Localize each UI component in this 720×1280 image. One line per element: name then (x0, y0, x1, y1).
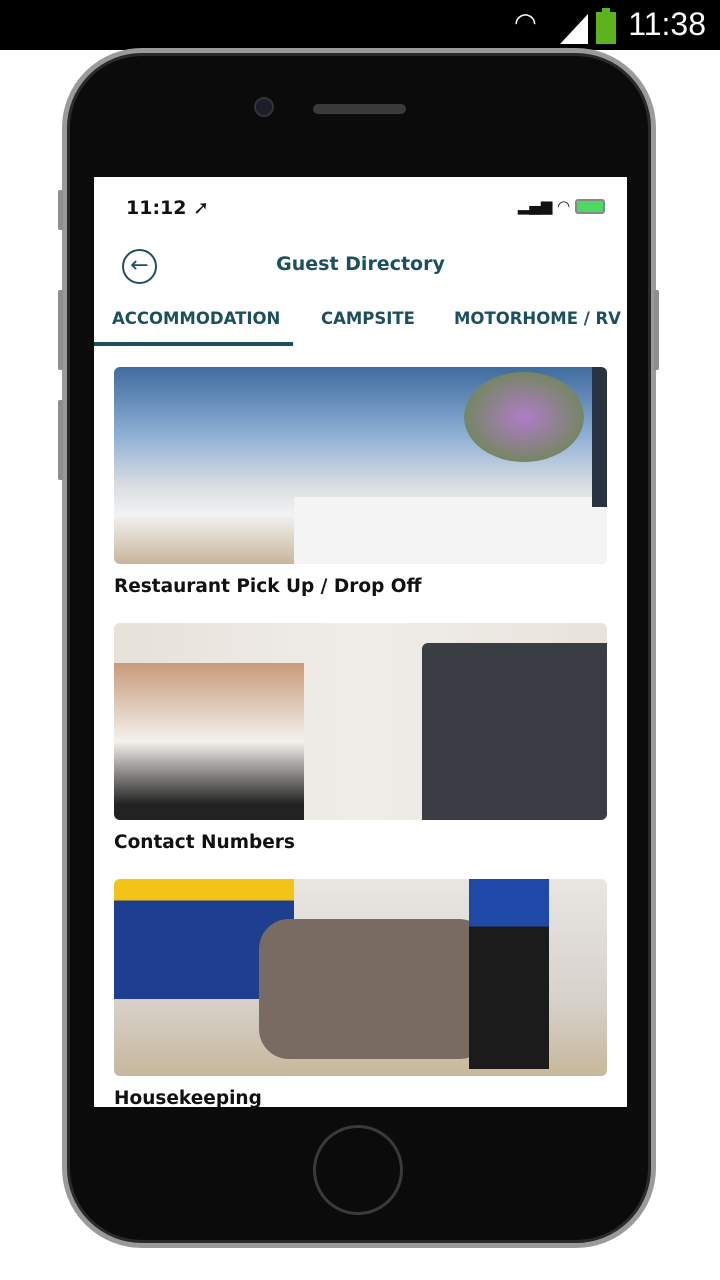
list-item-label: Restaurant Pick Up / Drop Off (114, 576, 422, 597)
list-item-contact-numbers[interactable]: Contact Numbers (114, 623, 607, 853)
wifi-icon: ◠ (514, 8, 537, 38)
ios-status-icons: ▂▄▆ ◠ (518, 197, 605, 215)
list-item-restaurant[interactable]: Restaurant Pick Up / Drop Off (114, 367, 607, 597)
app-screen: 11:12 ➚ ▂▄▆ ◠ ← Guest Directory ACCOMMOD… (94, 177, 627, 1107)
signal-icon (560, 14, 588, 44)
mute-switch (58, 190, 63, 230)
signal-icon: ▂▄▆ (517, 197, 553, 215)
earpiece-speaker (313, 104, 406, 114)
ios-status-time: 11:12 ➚ (126, 197, 209, 219)
list-item-label: Housekeeping (114, 1088, 262, 1107)
battery-charging-icon (575, 199, 605, 214)
home-button[interactable] (313, 1125, 403, 1215)
android-status-bar: ◠ 11:38 (0, 0, 720, 50)
tab-motorhome-rv[interactable]: MOTORHOME / RV S (454, 309, 627, 328)
location-arrow-icon: ➚ (193, 197, 210, 219)
restaurant-image (114, 367, 607, 564)
ios-clock: 11:12 (126, 197, 187, 219)
power-button (654, 290, 659, 370)
tab-bar: ACCOMMODATION CAMPSITE MOTORHOME / RV S (94, 309, 627, 347)
active-tab-indicator (94, 342, 293, 346)
tab-accommodation[interactable]: ACCOMMODATION (112, 309, 280, 328)
wifi-icon: ◠ (557, 197, 571, 215)
list-item-housekeeping[interactable]: Housekeeping (114, 879, 607, 1107)
tab-campsite[interactable]: CAMPSITE (321, 309, 415, 328)
front-camera (254, 97, 274, 117)
app-header: ← Guest Directory (94, 249, 627, 293)
volume-down-button (58, 400, 63, 480)
battery-icon (596, 8, 616, 44)
page-title: Guest Directory (276, 253, 445, 275)
volume-up-button (58, 290, 63, 370)
contact-numbers-image (114, 623, 607, 820)
android-clock: 11:38 (628, 6, 706, 42)
list-item-label: Contact Numbers (114, 832, 295, 853)
housekeeping-image (114, 879, 607, 1076)
